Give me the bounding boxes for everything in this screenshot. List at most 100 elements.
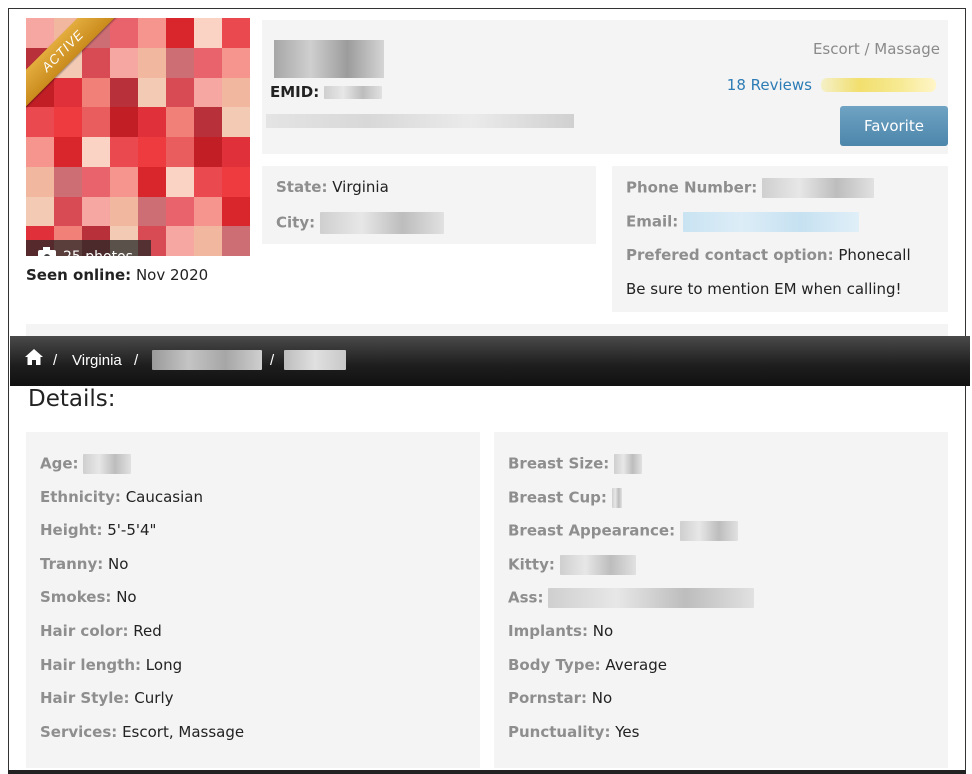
detail-value: No — [108, 554, 129, 573]
detail-value-redacted — [611, 487, 622, 508]
mosaic-cell — [138, 77, 166, 108]
phone-row: Phone Number: — [626, 178, 875, 198]
photo-count-badge[interactable]: 25 photos — [26, 240, 151, 256]
detail-value-redacted — [83, 454, 132, 474]
details-right-panel: Breast Size: Breast Cup: Breast Appearan… — [494, 432, 948, 768]
state-row: State: Virginia — [276, 178, 389, 196]
reviews-link[interactable]: 18 Reviews — [727, 76, 812, 94]
details-heading: Details: — [28, 386, 116, 412]
city-row: City: — [276, 212, 444, 234]
mosaic-cell — [26, 196, 54, 227]
detail-value: Red — [133, 622, 162, 640]
mosaic-cell — [194, 226, 222, 256]
detail-row: Height: 5'-5'4" — [40, 521, 156, 539]
detail-label: Hair color: — [40, 622, 129, 640]
detail-label: Implants: — [508, 622, 588, 640]
detail-value: Long — [145, 655, 183, 674]
state-value: Virginia — [332, 178, 389, 196]
emid-value-redacted — [324, 86, 383, 99]
breadcrumb-separator: / — [134, 352, 139, 369]
mosaic-cell — [194, 196, 222, 227]
page-frame-bottom — [8, 770, 966, 774]
mosaic-cell — [166, 18, 194, 48]
details-left-panel: Age: Ethnicity: Caucasian Height: 5'-5'4"… — [26, 432, 480, 768]
mosaic-cell — [110, 137, 138, 167]
detail-row: Pornstar: No — [508, 689, 612, 707]
detail-label: Smokes: — [40, 588, 112, 607]
email-value-redacted[interactable] — [683, 212, 860, 232]
detail-label: Age: — [40, 454, 79, 473]
mosaic-cell — [222, 196, 250, 227]
phone-value-redacted[interactable] — [762, 178, 875, 198]
mosaic-cell — [222, 107, 250, 137]
rating-stars-redacted — [821, 78, 936, 92]
tagline-redacted — [266, 114, 574, 128]
detail-row: Breast Appearance: — [508, 521, 738, 542]
mosaic-cell — [194, 18, 222, 48]
detail-label: Services: — [40, 722, 118, 741]
detail-value-redacted — [548, 588, 755, 609]
profile-photo[interactable]: ACTIVE 25 photos — [26, 18, 250, 256]
emid-row: EMID: — [270, 83, 383, 101]
mosaic-cell — [166, 107, 194, 137]
home-icon[interactable] — [24, 347, 44, 367]
profile-header: EMID: Escort / Massage 18 Reviews Favori… — [262, 20, 948, 154]
mosaic-cell — [138, 196, 166, 227]
detail-value-redacted — [614, 454, 643, 474]
breadcrumb-city-redacted[interactable] — [152, 350, 262, 370]
contact-note-text: Be sure to mention EM when calling! — [626, 280, 902, 298]
seen-online-value: Nov 2020 — [135, 266, 209, 284]
mosaic-cell — [166, 77, 194, 108]
mosaic-cell — [54, 137, 82, 167]
detail-label: Punctuality: — [508, 722, 611, 741]
detail-row: Punctuality: Yes — [508, 723, 639, 741]
detail-value: Caucasian — [125, 487, 203, 506]
photo-count-label: 25 photos — [63, 240, 133, 256]
detail-row: Ethnicity: Caucasian — [40, 488, 203, 506]
detail-label: Breast Cup: — [508, 488, 607, 507]
detail-row: Tranny: No — [40, 555, 128, 573]
detail-row: Hair length: Long — [40, 656, 182, 674]
mosaic-cell — [82, 196, 110, 227]
detail-row: Hair Style: Curly — [40, 689, 174, 707]
preferred-contact-label: Prefered contact option: — [626, 246, 834, 264]
city-value-redacted — [319, 212, 444, 234]
preferred-contact-value: Phonecall — [838, 246, 911, 264]
detail-label: Hair Style: — [40, 689, 130, 708]
email-label: Email: — [626, 212, 679, 231]
mosaic-cell — [26, 166, 54, 197]
seen-online-label: Seen online: — [26, 266, 132, 284]
profile-name-redacted — [274, 40, 384, 78]
detail-label: Pornstar: — [508, 689, 587, 708]
detail-label: Ass: — [508, 588, 544, 607]
mosaic-cell — [194, 47, 222, 78]
detail-value: Escort, Massage — [122, 722, 245, 741]
detail-value-redacted — [679, 521, 738, 542]
detail-row: Hair color: Red — [40, 622, 162, 640]
detail-value: Yes — [615, 722, 640, 741]
mosaic-cell — [222, 166, 250, 197]
mosaic-cell — [194, 107, 222, 137]
detail-label: Hair length: — [40, 655, 142, 674]
detail-row: Kitty: — [508, 554, 636, 575]
mosaic-cell — [222, 226, 250, 256]
detail-value-redacted — [559, 554, 636, 575]
mosaic-cell — [138, 137, 166, 167]
favorite-button[interactable]: Favorite — [840, 106, 948, 146]
breadcrumb-separator: / — [270, 352, 275, 369]
mosaic-cell — [194, 137, 222, 167]
mosaic-cell — [166, 226, 194, 256]
seen-online: Seen online: Nov 2020 — [26, 266, 208, 284]
phone-label: Phone Number: — [626, 178, 758, 197]
detail-row: Age: — [40, 454, 132, 474]
breadcrumb-separator: / — [53, 352, 58, 369]
detail-value: No — [116, 588, 137, 607]
detail-label: Kitty: — [508, 555, 555, 574]
mosaic-cell — [194, 166, 222, 197]
mosaic-cell — [54, 166, 82, 197]
mosaic-cell — [194, 77, 222, 108]
breadcrumb-state-link[interactable]: Virginia — [72, 352, 122, 369]
mosaic-cell — [82, 166, 110, 197]
detail-row: Ass: — [508, 588, 755, 609]
mosaic-cell — [110, 166, 138, 197]
